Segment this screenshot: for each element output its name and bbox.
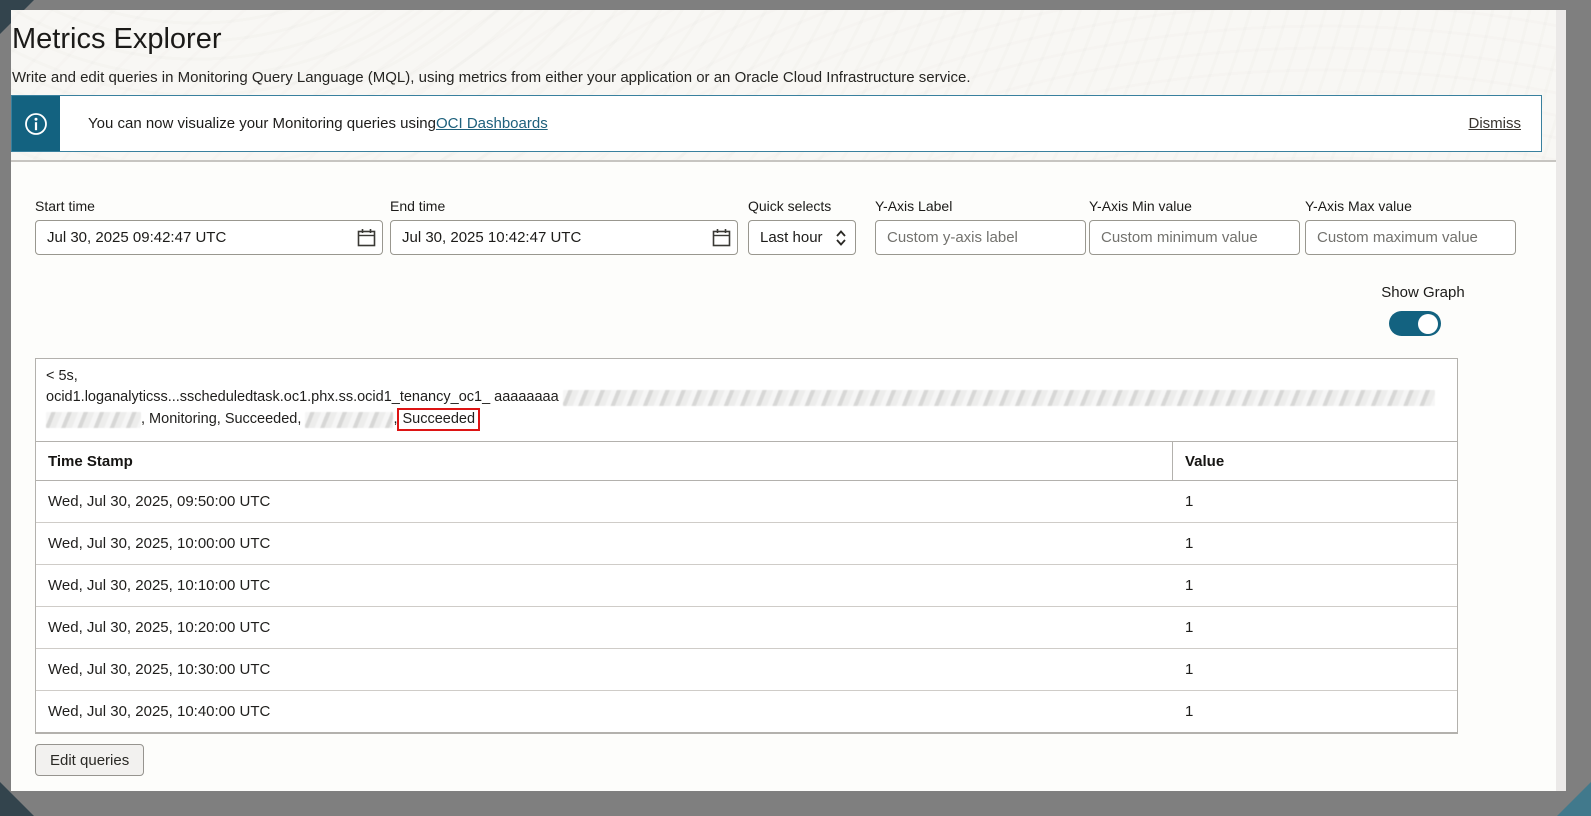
cell-value: 1 bbox=[1185, 535, 1194, 552]
query-summary-line2: ocid1.loganalyticss...sscheduledtask.oc1… bbox=[46, 387, 1447, 408]
info-circle-icon bbox=[25, 112, 47, 135]
cell-timestamp: Wed, Jul 30, 2025, 10:40:00 UTC bbox=[48, 703, 271, 720]
table-row[interactable]: Wed, Jul 30, 2025, 10:40:00 UTC 1 bbox=[36, 691, 1457, 733]
redacted-block bbox=[305, 411, 394, 428]
info-banner-message: You can now visualize your Monitoring qu… bbox=[88, 115, 436, 132]
metrics-explorer-page: Metrics Explorer Write and edit queries … bbox=[11, 10, 1556, 791]
query-panel: Start time End time Quick selects Y-Axis… bbox=[11, 160, 1556, 791]
metrics-table: Time Stamp Value Wed, Jul 30, 2025, 09:5… bbox=[35, 442, 1458, 734]
start-time-label: Start time bbox=[35, 198, 95, 214]
table-body: Wed, Jul 30, 2025, 09:50:00 UTC 1 Wed, J… bbox=[36, 481, 1457, 733]
dismiss-link[interactable]: Dismiss bbox=[1469, 115, 1522, 132]
cell-value: 1 bbox=[1185, 661, 1194, 678]
y-axis-max-input[interactable] bbox=[1305, 220, 1516, 255]
toggle-knob bbox=[1418, 313, 1438, 334]
vertical-scrollbar[interactable] bbox=[1556, 10, 1566, 791]
updown-chevrons-icon bbox=[836, 229, 846, 246]
edit-queries-button[interactable]: Edit queries bbox=[35, 744, 145, 776]
quick-selects-label: Quick selects bbox=[748, 198, 832, 214]
page-subtitle: Write and edit queries in Monitoring Que… bbox=[12, 69, 971, 86]
start-time-calendar-icon[interactable] bbox=[349, 220, 383, 255]
query-summary-line1: < 5s, bbox=[46, 366, 1447, 387]
query-status-text: , Monitoring, Succeeded, bbox=[141, 411, 306, 427]
end-time-label: End time bbox=[390, 198, 446, 214]
end-time-calendar-icon[interactable] bbox=[704, 220, 738, 255]
y-axis-min-input[interactable] bbox=[1089, 220, 1300, 255]
y-axis-label-input[interactable] bbox=[875, 220, 1086, 255]
table-row[interactable]: Wed, Jul 30, 2025, 10:00:00 UTC 1 bbox=[36, 523, 1457, 565]
cell-timestamp: Wed, Jul 30, 2025, 10:30:00 UTC bbox=[48, 661, 271, 678]
succeeded-highlight: Succeeded bbox=[397, 408, 481, 431]
y-axis-label-label: Y-Axis Label bbox=[875, 198, 953, 214]
table-row[interactable]: Wed, Jul 30, 2025, 09:50:00 UTC 1 bbox=[36, 481, 1457, 523]
oci-dashboards-link[interactable]: OCI Dashboards bbox=[436, 115, 548, 132]
query-summary[interactable]: < 5s, ocid1.loganalyticss...sscheduledta… bbox=[35, 358, 1458, 442]
y-axis-max-label: Y-Axis Max value bbox=[1305, 198, 1412, 214]
table-header-row: Time Stamp Value bbox=[36, 442, 1457, 481]
query-ocid-text: ocid1.loganalyticss...sscheduledtask.oc1… bbox=[46, 389, 559, 405]
column-header-value: Value bbox=[1185, 452, 1225, 470]
end-time-input[interactable] bbox=[390, 220, 738, 255]
show-graph-label: Show Graph bbox=[1381, 284, 1465, 301]
info-banner-icon-block bbox=[12, 96, 60, 151]
info-banner: You can now visualize your Monitoring qu… bbox=[11, 95, 1542, 152]
cell-timestamp: Wed, Jul 30, 2025, 09:50:00 UTC bbox=[48, 493, 271, 510]
cell-timestamp: Wed, Jul 30, 2025, 10:10:00 UTC bbox=[48, 577, 271, 594]
column-header-timestamp: Time Stamp bbox=[36, 442, 1173, 480]
table-row[interactable]: Wed, Jul 30, 2025, 10:30:00 UTC 1 bbox=[36, 649, 1457, 691]
cell-value: 1 bbox=[1185, 619, 1194, 636]
cell-value: 1 bbox=[1185, 703, 1194, 720]
show-graph-toggle[interactable] bbox=[1389, 311, 1441, 336]
redacted-block bbox=[562, 389, 1435, 406]
cell-timestamp: Wed, Jul 30, 2025, 10:20:00 UTC bbox=[48, 619, 271, 636]
cell-value: 1 bbox=[1185, 493, 1194, 510]
quick-selects-value: Last hour bbox=[760, 229, 823, 246]
cell-value: 1 bbox=[1185, 577, 1194, 594]
info-banner-body: You can now visualize your Monitoring qu… bbox=[60, 96, 1541, 151]
start-time-input[interactable] bbox=[35, 220, 383, 255]
page-title: Metrics Explorer bbox=[12, 23, 222, 55]
cell-timestamp: Wed, Jul 30, 2025, 10:00:00 UTC bbox=[48, 535, 271, 552]
query-duration: < 5s, bbox=[46, 368, 78, 384]
y-axis-min-label: Y-Axis Min value bbox=[1089, 198, 1192, 214]
query-summary-line3: , Monitoring, Succeeded, , Succeeded bbox=[46, 408, 1447, 431]
quick-selects-dropdown[interactable]: Last hour bbox=[748, 220, 856, 255]
redacted-block bbox=[46, 411, 141, 428]
table-row[interactable]: Wed, Jul 30, 2025, 10:10:00 UTC 1 bbox=[36, 565, 1457, 607]
table-row[interactable]: Wed, Jul 30, 2025, 10:20:00 UTC 1 bbox=[36, 607, 1457, 649]
